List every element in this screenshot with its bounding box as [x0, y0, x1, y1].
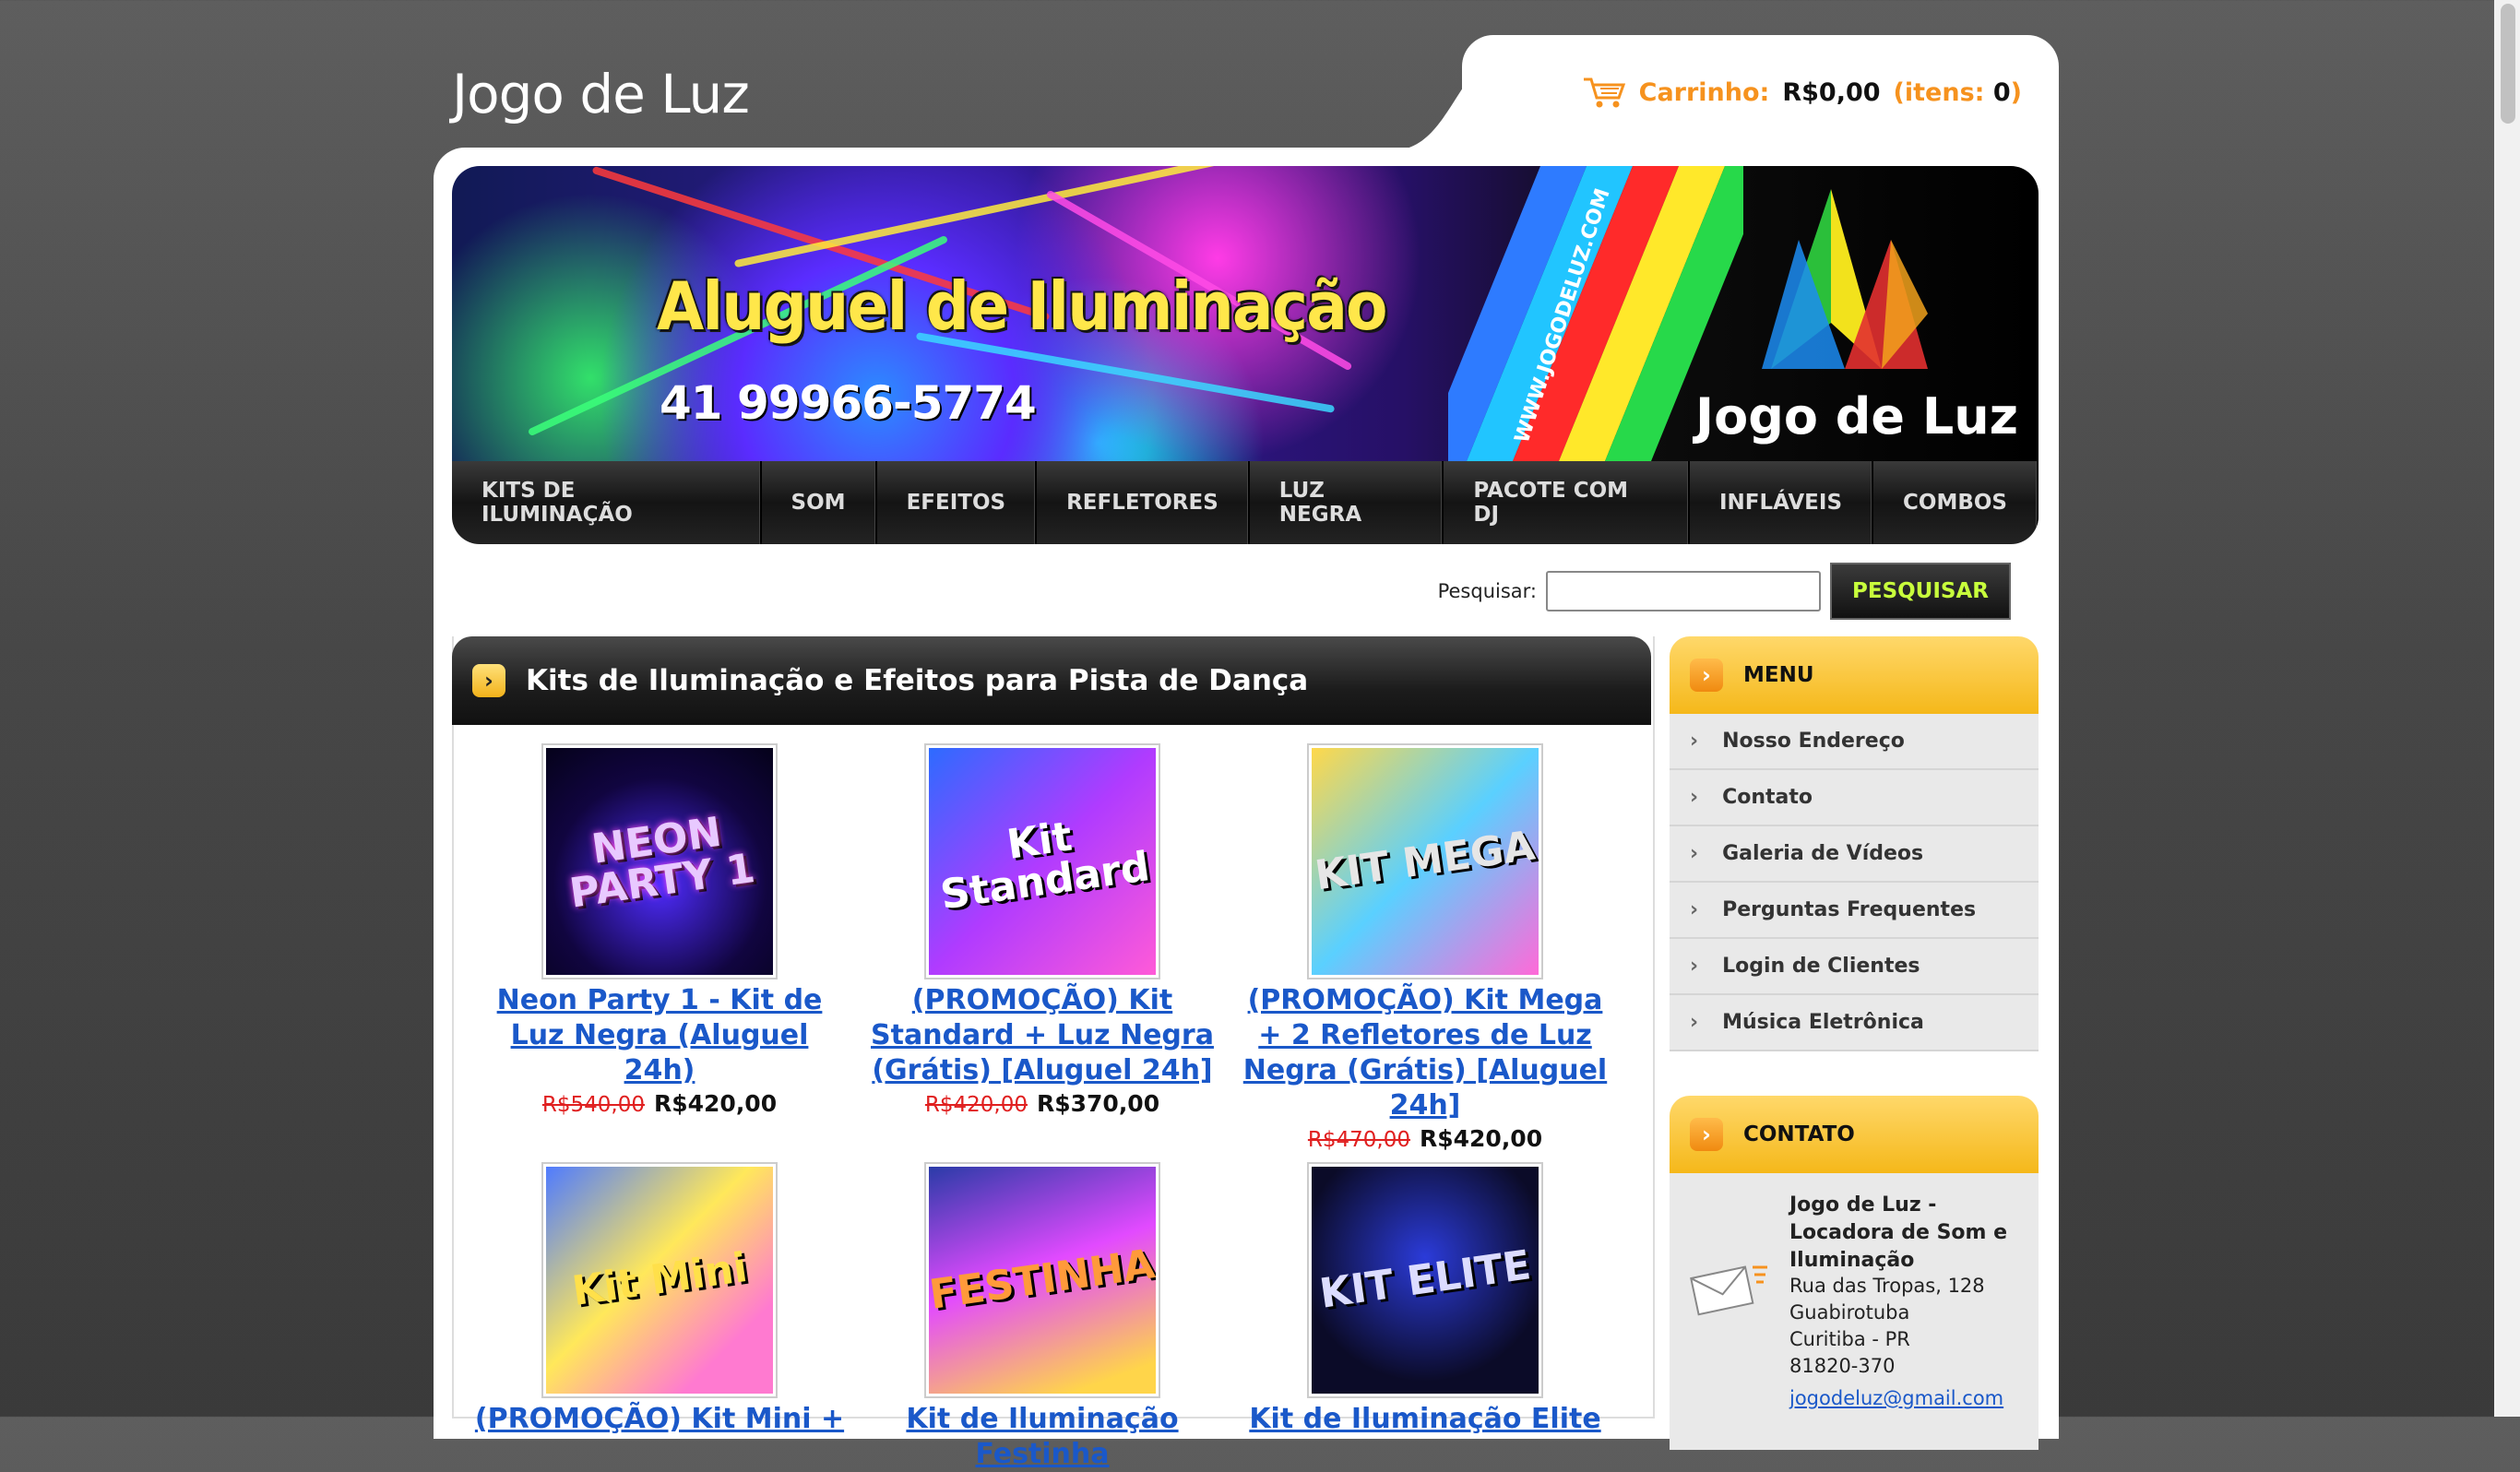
nav-item-combos[interactable]: COMBOS [1873, 461, 2039, 544]
sidebar-item-login[interactable]: › Login de Clientes [1670, 939, 2039, 995]
arrow-right-icon: › [472, 664, 505, 697]
sidebar-item-label: Música Eletrônica [1722, 1011, 1924, 1034]
search-button[interactable]: PESQUISAR [1830, 563, 2011, 620]
sidebar-item-contato[interactable]: › Contato [1670, 770, 2039, 826]
contact-email-link[interactable]: jogodeluz@gmail.com [1789, 1387, 2003, 1409]
sidebar-item-videos[interactable]: › Galeria de Vídeos [1670, 826, 2039, 883]
nav-item-efeitos[interactable]: EFEITOS [877, 461, 1038, 544]
sidebar-item-label: Login de Clientes [1722, 955, 1920, 978]
sidebar-item-faq[interactable]: › Perguntas Frequentes [1670, 883, 2039, 939]
content-title: Kits de Iluminação e Efeitos para Pista … [526, 664, 1309, 697]
banner-phone: 41 99966-5774 [660, 376, 1037, 430]
chevron-right-icon: › [1690, 842, 1699, 865]
product-thumb-text: KIT MEGA [1312, 822, 1539, 900]
chevron-right-icon: › [1690, 730, 1699, 753]
sidebar-menu-title: MENU [1743, 663, 1814, 687]
site-title[interactable]: Jogo de Luz [452, 63, 750, 125]
product-image[interactable]: Kit Standard [924, 743, 1160, 979]
sidebar-item-label: Nosso Endereço [1722, 730, 1905, 753]
nav-item-inflaveis[interactable]: INFLÁVEIS [1690, 461, 1874, 544]
chevron-right-icon: › [1690, 1011, 1699, 1034]
sidebar-item-label: Galeria de Vídeos [1722, 842, 1924, 865]
product-image[interactable]: Kit Mini [541, 1162, 778, 1398]
nav-item-kits[interactable]: KITS DE ILUMINAÇÃO [452, 461, 762, 544]
chevron-right-icon: › [1690, 898, 1699, 921]
banner-logo-text: Jogo de Luz [1695, 387, 2019, 445]
product-thumb-text: KIT ELITE [1316, 1241, 1534, 1318]
nav-item-refletores[interactable]: REFLETORES [1037, 461, 1250, 544]
arrow-right-icon: › [1690, 1118, 1723, 1151]
product-card: KIT MEGA (PROMOÇÃO) Kit Mega + 2 Refleto… [1236, 743, 1614, 1152]
nav-item-som[interactable]: SOM [762, 461, 877, 544]
product-thumb-text: Kit Standard [937, 813, 1153, 920]
sidebar-item-musica[interactable]: › Música Eletrônica [1670, 995, 2039, 1051]
cart-items-close: ) [2010, 77, 2022, 107]
product-old-price: R$420,00 [924, 1093, 1028, 1117]
product-thumb-text: FESTINHA [929, 1241, 1156, 1319]
nav-item-luz-negra[interactable]: LUZ NEGRA [1250, 461, 1444, 544]
product-link[interactable]: (PROMOÇÃO) Kit Mega + 2 Refletores de Lu… [1236, 983, 1614, 1123]
page-wrapper: Jogo de Luz Carrinho: R$0,00 (itens: 0) … [434, 35, 2059, 1470]
contact-zip: 81820-370 [1789, 1355, 1896, 1377]
search-bar: Pesquisar: PESQUISAR [1438, 563, 2011, 620]
light-beam [733, 166, 1278, 268]
cart-items-count: 0 [1992, 77, 2011, 107]
scrollbar[interactable] [2494, 0, 2520, 1417]
product-link[interactable]: (PROMOÇÃO) Kit Standard + Luz Negra (Grá… [853, 983, 1231, 1088]
product-image[interactable]: KIT ELITE [1307, 1162, 1543, 1398]
contact-district: Guabirotuba [1789, 1301, 1910, 1324]
main-nav: KITS DE ILUMINAÇÃO SOM EFEITOS REFLETORE… [452, 461, 2039, 544]
cart-label: Carrinho: [1638, 77, 1770, 107]
envelope-icon [1690, 1265, 1767, 1316]
sidebar-contact-header: › CONTATO [1670, 1096, 2039, 1173]
contact-city: Curitiba - PR [1789, 1328, 1910, 1350]
banner-headline: Aluguel de Iluminação [657, 267, 1388, 345]
product-price: R$370,00 [1036, 1090, 1160, 1117]
product-link[interactable]: (PROMOÇÃO) Kit Mini + [470, 1402, 849, 1437]
product-image[interactable]: NEON PARTY 1 [541, 743, 778, 979]
header-banner: Aluguel de Iluminação 41 99966-5774 WWW.… [452, 166, 2039, 461]
sidebar-menu-header: › MENU [1670, 636, 2039, 714]
search-input[interactable] [1546, 571, 1821, 611]
cart-summary[interactable]: Carrinho: R$0,00 (itens: 0) [1582, 76, 2022, 109]
product-price: R$420,00 [653, 1090, 778, 1117]
product-old-price: R$540,00 [541, 1093, 645, 1117]
scrollbar-thumb[interactable] [2501, 4, 2515, 124]
cart-amount: R$0,00 [1782, 77, 1881, 107]
product-card: Kit Mini (PROMOÇÃO) Kit Mini + [470, 1162, 849, 1437]
product-image[interactable]: KIT MEGA [1307, 743, 1543, 979]
content-header: › Kits de Iluminação e Efeitos para Pist… [452, 636, 1651, 725]
sidebar-item-label: Contato [1722, 786, 1813, 809]
contact-name: Jogo de Luz - Locadora de Som e Iluminaç… [1789, 1193, 2008, 1272]
contact-street: Rua das Tropas, 128 [1789, 1275, 1985, 1297]
nav-item-pacote-dj[interactable]: PACOTE COM DJ [1444, 461, 1690, 544]
product-card: Kit Standard (PROMOÇÃO) Kit Standard + L… [853, 743, 1231, 1117]
product-old-price: R$470,00 [1307, 1128, 1410, 1152]
product-link[interactable]: Neon Party 1 - Kit de Luz Negra (Aluguel… [470, 983, 849, 1088]
arrow-right-icon: › [1690, 659, 1723, 692]
sidebar-item-endereco[interactable]: › Nosso Endereço [1670, 714, 2039, 770]
sidebar-menu: › MENU › Nosso Endereço › Contato › Galeria… [1670, 636, 2039, 1051]
logo-icon [1762, 189, 1928, 369]
sidebar-contact-title: CONTATO [1743, 1122, 1855, 1146]
product-link[interactable]: Kit de Iluminação Festinha [853, 1402, 1231, 1472]
product-image[interactable]: FESTINHA [924, 1162, 1160, 1398]
product-thumb-text: NEON PARTY 1 [566, 808, 758, 918]
chevron-right-icon: › [1690, 955, 1699, 978]
sidebar-contact: › CONTATO Jogo de Luz - Locadora de Som … [1670, 1096, 2039, 1450]
sidebar-item-label: Perguntas Frequentes [1722, 898, 1977, 921]
product-card: KIT ELITE Kit de Iluminação Elite [1236, 1162, 1614, 1437]
product-card: FESTINHA Kit de Iluminação Festinha [853, 1162, 1231, 1472]
cart-items-label: (itens: [1893, 77, 1985, 107]
product-price: R$420,00 [1419, 1125, 1543, 1152]
chevron-right-icon: › [1690, 786, 1699, 809]
product-card: NEON PARTY 1 Neon Party 1 - Kit de Luz N… [470, 743, 849, 1117]
cart-icon [1583, 77, 1625, 108]
product-thumb-text: Kit Mini [568, 1243, 750, 1316]
search-label: Pesquisar: [1437, 580, 1537, 602]
product-link[interactable]: Kit de Iluminação Elite [1236, 1402, 1614, 1437]
